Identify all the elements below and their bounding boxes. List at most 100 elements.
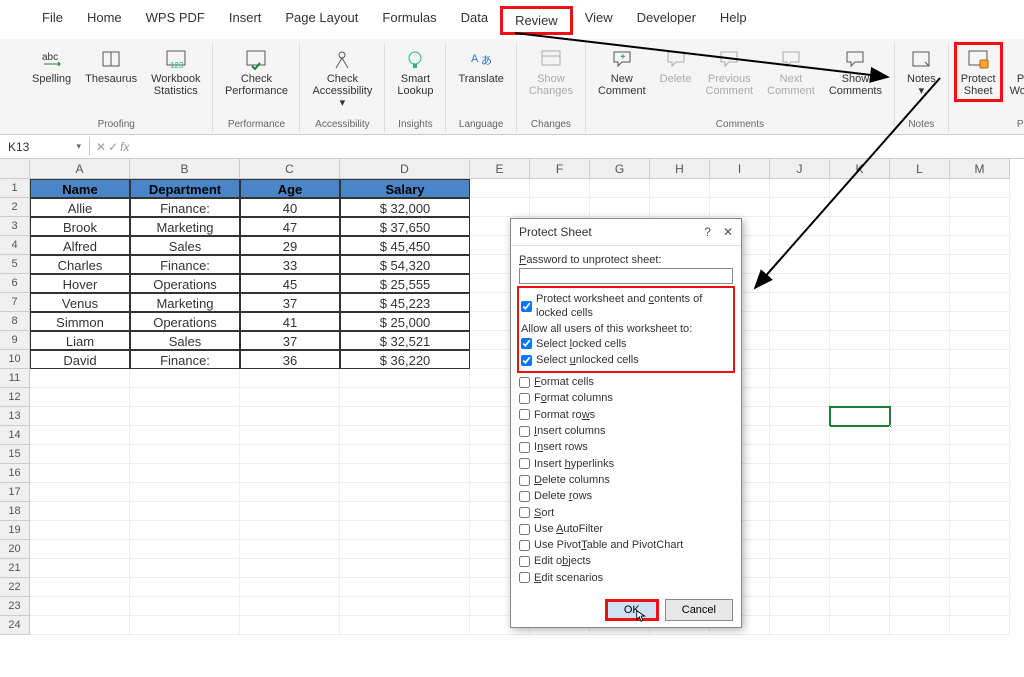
col-header-G[interactable]: G bbox=[590, 159, 650, 179]
cell-M1[interactable] bbox=[950, 179, 1010, 198]
col-header-D[interactable]: D bbox=[340, 159, 470, 179]
cell-J11[interactable] bbox=[770, 369, 830, 388]
cell-D24[interactable] bbox=[340, 616, 470, 635]
cell-K16[interactable] bbox=[830, 464, 890, 483]
cell-J18[interactable] bbox=[770, 502, 830, 521]
cell-L9[interactable] bbox=[890, 331, 950, 350]
cell-D15[interactable] bbox=[340, 445, 470, 464]
ribbon-protect-workbook[interactable]: ProtectWorkbook bbox=[1006, 45, 1024, 99]
menu-tab-view[interactable]: View bbox=[573, 6, 625, 35]
cell-B19[interactable] bbox=[130, 521, 240, 540]
cell-C21[interactable] bbox=[240, 559, 340, 578]
chevron-down-icon[interactable]: ▾ bbox=[76, 141, 81, 152]
cell-C3[interactable]: 47 bbox=[240, 217, 340, 236]
perm-select-unlocked-cells[interactable]: Select unlocked cells bbox=[521, 353, 731, 367]
formula-input[interactable] bbox=[135, 145, 1024, 149]
cell-M16[interactable] bbox=[950, 464, 1010, 483]
cell-B1[interactable]: Department bbox=[130, 179, 240, 198]
cell-L18[interactable] bbox=[890, 502, 950, 521]
cell-M12[interactable] bbox=[950, 388, 1010, 407]
cell-J13[interactable] bbox=[770, 407, 830, 426]
ribbon-protect-sheet[interactable]: ProtectSheet bbox=[954, 42, 1003, 102]
cell-J16[interactable] bbox=[770, 464, 830, 483]
cancel-icon[interactable]: ✕ bbox=[96, 140, 106, 154]
ribbon-thesaurus[interactable]: Thesaurus bbox=[81, 45, 141, 87]
cell-M10[interactable] bbox=[950, 350, 1010, 369]
cell-F2[interactable] bbox=[530, 198, 590, 217]
row-header-13[interactable]: 13 bbox=[0, 407, 30, 426]
perm-format-columns[interactable]: Format columns bbox=[519, 391, 733, 405]
cell-H2[interactable] bbox=[650, 198, 710, 217]
cell-C1[interactable]: Age bbox=[240, 179, 340, 198]
protect-contents-checkbox[interactable]: Protect worksheet and contents of locked… bbox=[521, 292, 731, 321]
cell-K12[interactable] bbox=[830, 388, 890, 407]
cell-M22[interactable] bbox=[950, 578, 1010, 597]
cell-L22[interactable] bbox=[890, 578, 950, 597]
cell-J10[interactable] bbox=[770, 350, 830, 369]
cell-C2[interactable]: 40 bbox=[240, 198, 340, 217]
cell-J23[interactable] bbox=[770, 597, 830, 616]
cell-A9[interactable]: Liam bbox=[30, 331, 130, 350]
cell-J5[interactable] bbox=[770, 255, 830, 274]
cell-A19[interactable] bbox=[30, 521, 130, 540]
menu-tab-formulas[interactable]: Formulas bbox=[370, 6, 448, 35]
cell-M7[interactable] bbox=[950, 293, 1010, 312]
col-header-C[interactable]: C bbox=[240, 159, 340, 179]
cell-K1[interactable] bbox=[830, 179, 890, 198]
cell-A20[interactable] bbox=[30, 540, 130, 559]
row-header-14[interactable]: 14 bbox=[0, 426, 30, 445]
cell-M6[interactable] bbox=[950, 274, 1010, 293]
cell-C10[interactable]: 36 bbox=[240, 350, 340, 369]
cell-K4[interactable] bbox=[830, 236, 890, 255]
cell-C22[interactable] bbox=[240, 578, 340, 597]
cell-C18[interactable] bbox=[240, 502, 340, 521]
cell-D20[interactable] bbox=[340, 540, 470, 559]
cell-D14[interactable] bbox=[340, 426, 470, 445]
row-header-23[interactable]: 23 bbox=[0, 597, 30, 616]
cell-L24[interactable] bbox=[890, 616, 950, 635]
checkbox[interactable] bbox=[519, 426, 530, 437]
cell-J8[interactable] bbox=[770, 312, 830, 331]
checkbox[interactable] bbox=[519, 475, 530, 486]
cell-L10[interactable] bbox=[890, 350, 950, 369]
ribbon-smart-lookup[interactable]: SmartLookup bbox=[393, 45, 437, 99]
cell-K2[interactable] bbox=[830, 198, 890, 217]
perm-use-autofilter[interactable]: Use AutoFilter bbox=[519, 522, 733, 536]
cell-J24[interactable] bbox=[770, 616, 830, 635]
cell-B2[interactable]: Finance: bbox=[130, 198, 240, 217]
cell-M20[interactable] bbox=[950, 540, 1010, 559]
cell-K22[interactable] bbox=[830, 578, 890, 597]
cell-B14[interactable] bbox=[130, 426, 240, 445]
checkbox[interactable] bbox=[519, 393, 530, 404]
perm-format-rows[interactable]: Format rows bbox=[519, 408, 733, 422]
cell-D21[interactable] bbox=[340, 559, 470, 578]
cell-J3[interactable] bbox=[770, 217, 830, 236]
checkbox[interactable] bbox=[521, 301, 532, 312]
row-header-12[interactable]: 12 bbox=[0, 388, 30, 407]
row-header-8[interactable]: 8 bbox=[0, 312, 30, 331]
cell-K19[interactable] bbox=[830, 521, 890, 540]
cell-A6[interactable]: Hover bbox=[30, 274, 130, 293]
cell-D6[interactable]: $ 25,555 bbox=[340, 274, 470, 293]
name-box[interactable]: K13 ▾ bbox=[0, 138, 90, 156]
row-header-20[interactable]: 20 bbox=[0, 540, 30, 559]
row-header-6[interactable]: 6 bbox=[0, 274, 30, 293]
col-header-K[interactable]: K bbox=[830, 159, 890, 179]
cell-A7[interactable]: Venus bbox=[30, 293, 130, 312]
col-header-M[interactable]: M bbox=[950, 159, 1010, 179]
ribbon-show-comments[interactable]: ShowComments bbox=[825, 45, 886, 99]
row-header-1[interactable]: 1 bbox=[0, 179, 30, 198]
cell-J15[interactable] bbox=[770, 445, 830, 464]
cell-A10[interactable]: David bbox=[30, 350, 130, 369]
cell-K11[interactable] bbox=[830, 369, 890, 388]
cell-A1[interactable]: Name bbox=[30, 179, 130, 198]
checkbox[interactable] bbox=[519, 409, 530, 420]
cell-J6[interactable] bbox=[770, 274, 830, 293]
cell-C9[interactable]: 37 bbox=[240, 331, 340, 350]
row-header-2[interactable]: 2 bbox=[0, 198, 30, 217]
cell-K9[interactable] bbox=[830, 331, 890, 350]
perm-insert-columns[interactable]: Insert columns bbox=[519, 424, 733, 438]
cell-C8[interactable]: 41 bbox=[240, 312, 340, 331]
col-header-L[interactable]: L bbox=[890, 159, 950, 179]
menu-tab-file[interactable]: File bbox=[30, 6, 75, 35]
